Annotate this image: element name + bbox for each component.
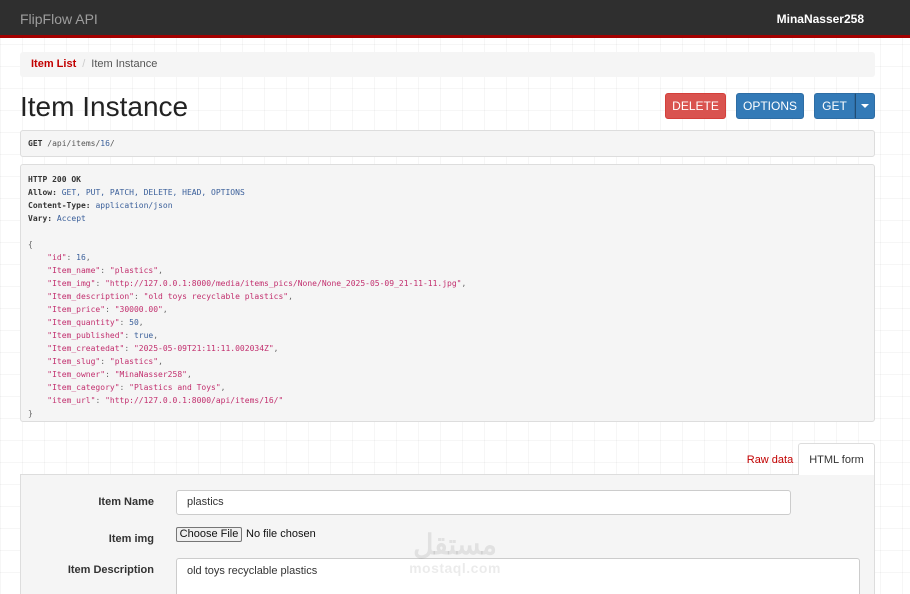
json-value: 50 (129, 318, 139, 327)
top-navbar: FlipFlow API MinaNasser258 (0, 0, 910, 38)
tab-raw-data[interactable]: Raw data (732, 443, 808, 476)
caret-down-icon (861, 104, 869, 108)
tab-html-form[interactable]: HTML form (798, 443, 875, 476)
json-value: true (133, 331, 154, 340)
request-path-suffix: / (109, 139, 115, 148)
json-value: "MinaNasser258" (114, 370, 187, 379)
response-info: HTTP 200 OK Allow: GET, PUT, PATCH, DELE… (20, 164, 875, 422)
json-value: "plastics" (109, 266, 159, 275)
user-menu[interactable]: MinaNasser258 (777, 12, 864, 26)
response-header-value: GET, PUT, PATCH, DELETE, HEAD, OPTIONS (61, 188, 245, 197)
json-key: "Item_owner" (47, 370, 106, 379)
json-key: "Item_published" (47, 331, 125, 340)
json-value: "plastics" (109, 357, 159, 366)
request-method: GET (28, 139, 43, 148)
file-status: No file chosen (246, 528, 316, 540)
breadcrumb: Item List / Item Instance (20, 52, 875, 77)
response-header-key: Vary: (28, 214, 53, 223)
choose-file-button[interactable]: Choose File (176, 527, 242, 542)
breadcrumb-item-list[interactable]: Item List (31, 58, 76, 70)
item-name-label: Item Name (98, 496, 154, 508)
json-value: "Plastics and Toys" (129, 383, 221, 392)
breadcrumb-separator: / (82, 58, 86, 70)
item-description-textarea[interactable]: old toys recyclable plastics (176, 558, 860, 594)
content-tabs: Raw data HTML form (20, 443, 875, 476)
json-key: "Item_img" (47, 279, 96, 288)
json-value[interactable]: "http://127.0.0.1:8000/api/items/16/" (105, 396, 283, 405)
get-format-dropdown[interactable] (855, 93, 875, 119)
request-info: GET /api/items/16/ (20, 130, 875, 157)
item-description-label: Item Description (67, 564, 154, 576)
json-key: "Item_category" (47, 383, 120, 392)
page-title: Item Instance (20, 91, 189, 122)
json-key: "Item_createdat" (47, 344, 125, 353)
json-close-brace: } (28, 409, 33, 418)
breadcrumb-current: Item Instance (91, 58, 158, 70)
response-header-value: Accept (56, 214, 86, 223)
response-header-value: application/json (95, 201, 173, 210)
request-path-id: 16 (100, 139, 110, 148)
json-open-brace: { (28, 240, 33, 249)
json-key: "Item_name" (47, 266, 101, 275)
item-name-input[interactable]: plastics (176, 490, 791, 515)
json-value[interactable]: "http://127.0.0.1:8000/media/items_pics/… (105, 279, 461, 288)
json-key: "Item_description" (47, 292, 134, 301)
item-img-label: Item img (108, 533, 154, 545)
json-value: "old toys recyclable plastics" (143, 292, 289, 301)
response-status: HTTP 200 OK (28, 175, 81, 184)
json-value: 16 (76, 253, 86, 262)
json-value: "30000.00" (114, 305, 163, 314)
request-path-prefix: /api/items/ (47, 139, 101, 148)
options-button[interactable]: OPTIONS (736, 93, 804, 119)
json-value: "2025-05-09T21:11:11.002034Z" (133, 344, 274, 353)
brand-link[interactable]: FlipFlow API (20, 11, 98, 27)
json-key: "item_url" (47, 396, 96, 405)
delete-button[interactable]: DELETE (665, 93, 726, 119)
json-key: "Item_price" (47, 305, 106, 314)
json-key: "id" (47, 253, 67, 262)
response-header-key: Content-Type: (28, 201, 91, 210)
json-key: "Item_slug" (47, 357, 101, 366)
get-button[interactable]: GET (814, 93, 855, 119)
response-header-key: Allow: (28, 188, 57, 197)
json-key: "Item_quantity" (47, 318, 120, 327)
